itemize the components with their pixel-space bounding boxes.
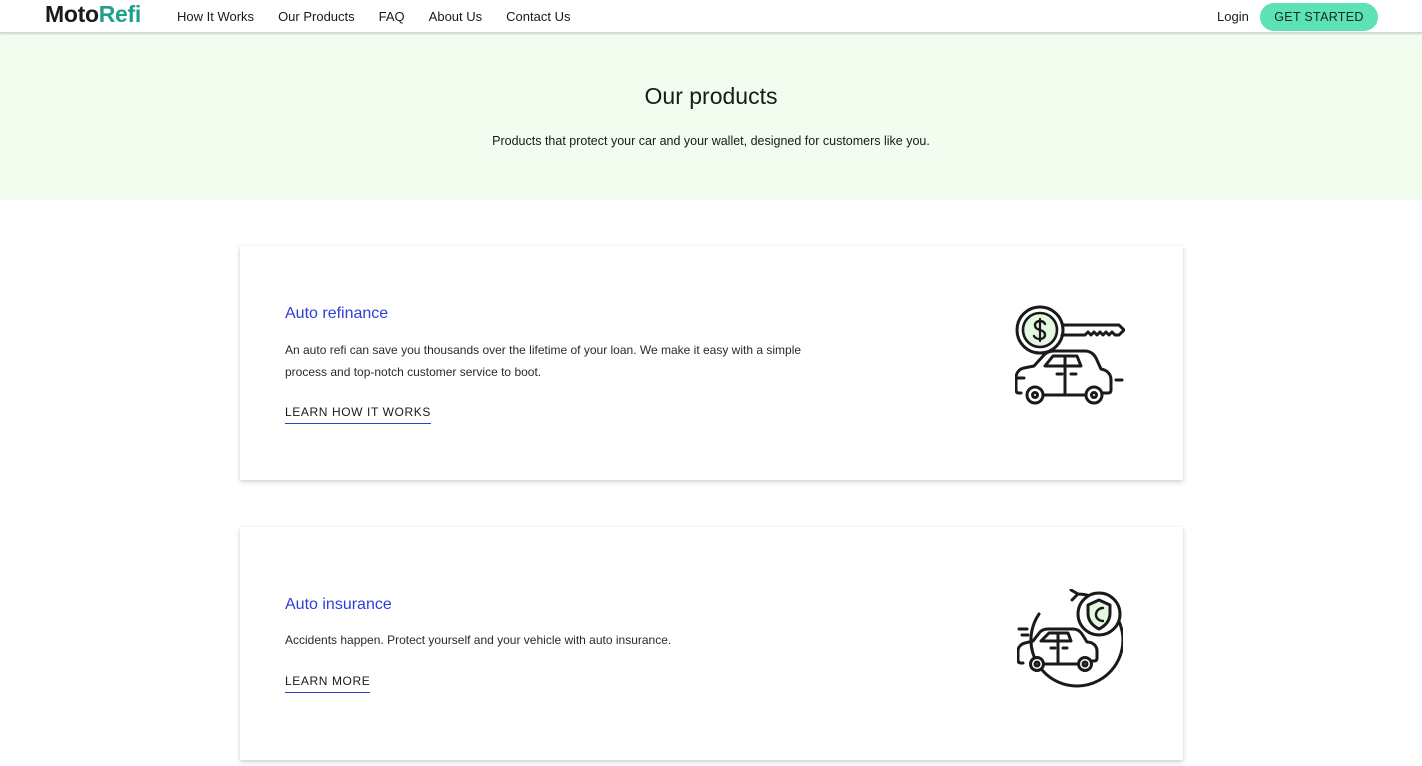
hero-banner: Our products Products that protect your … <box>0 33 1422 200</box>
learn-how-it-works-link[interactable]: LEARN HOW IT WORKS <box>285 405 431 424</box>
get-started-button[interactable]: GET STARTED <box>1260 3 1378 31</box>
motorefi-logo[interactable]: MotoRefi <box>45 1 141 27</box>
learn-more-link[interactable]: LEARN MORE <box>285 674 371 693</box>
product-card-auto-insurance: Auto insurance Accidents happen. Protect… <box>240 527 1183 760</box>
page-subtitle: Products that protect your car and your … <box>492 134 930 148</box>
nav-about-us[interactable]: About Us <box>429 0 482 33</box>
nav-faq[interactable]: FAQ <box>379 0 405 33</box>
product-description-auto-refinance: An auto refi can save you thousands over… <box>285 343 802 379</box>
nav-our-products[interactable]: Our Products <box>278 0 355 33</box>
car-shield-icon <box>1017 589 1123 688</box>
product-card-auto-refinance: Auto refinance An auto refi can save you… <box>240 246 1183 480</box>
login-link[interactable]: Login <box>1217 0 1249 33</box>
product-title-auto-insurance: Auto insurance <box>285 596 392 613</box>
product-title-auto-refinance: Auto refinance <box>285 305 389 322</box>
nav-how-it-works[interactable]: How It Works <box>177 0 254 33</box>
nav-contact-us[interactable]: Contact Us <box>506 0 570 33</box>
car-key-dollar-icon <box>1015 305 1125 405</box>
site-header: MotoRefi How It Works Our Products FAQ A… <box>0 0 1422 33</box>
main-nav: How It Works Our Products FAQ About Us C… <box>177 0 594 33</box>
product-description-auto-insurance: Accidents happen. Protect yourself and y… <box>285 633 672 647</box>
page-title: Our products <box>644 83 778 109</box>
